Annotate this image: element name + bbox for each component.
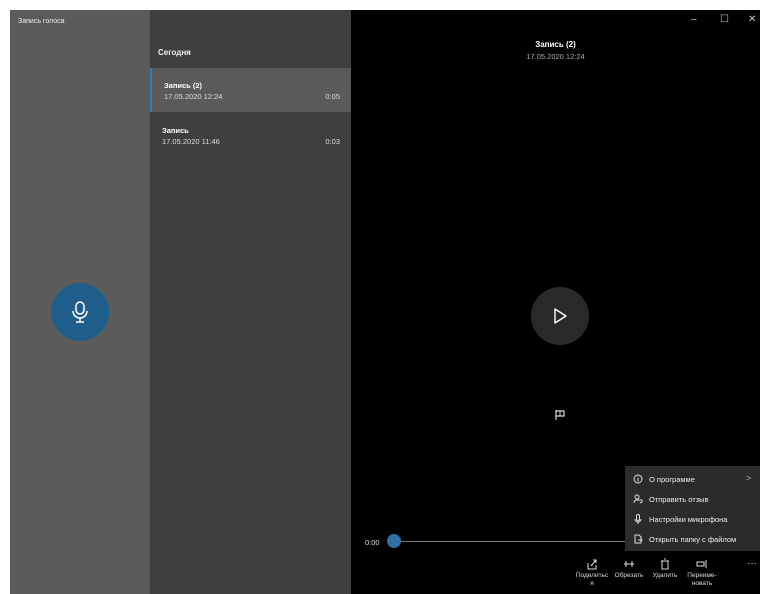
menu-item-mic-settings[interactable]: Настройки микрофона <box>625 509 760 529</box>
current-recording-title: Запись (2) <box>535 40 576 49</box>
list-item[interactable]: Запись (2) 17.05.2020 12:24 0:05 <box>150 68 351 112</box>
trash-icon <box>648 558 682 570</box>
close-button[interactable]: ✕ <box>748 14 756 25</box>
rename-button[interactable]: Переиме- новать <box>685 558 719 588</box>
share-button[interactable]: Поделитьс я <box>575 558 609 588</box>
seek-track[interactable] <box>395 541 645 542</box>
current-recording-date: 17.05.2020 12:24 <box>526 52 585 61</box>
recording-duration: 0:03 <box>325 137 340 146</box>
seek-thumb[interactable] <box>387 534 401 548</box>
app-title: Запись голоса <box>18 18 65 25</box>
recording-date: 17.05.2020 12:24 <box>164 92 223 101</box>
recording-date: 17.05.2020 11:46 <box>162 137 220 146</box>
flag-icon <box>555 410 565 420</box>
menu-item-open-folder[interactable]: Открыть папку с файлом <box>625 529 760 549</box>
microphone-icon <box>634 514 642 524</box>
menu-item-label: Открыть папку с файлом <box>649 535 737 544</box>
delete-button[interactable]: Удалить <box>648 558 682 580</box>
submenu-arrow-icon: > <box>746 473 752 483</box>
play-button[interactable] <box>531 287 589 345</box>
section-header-today: Сегодня <box>158 48 191 57</box>
menu-item-label: Отправить отзыв <box>649 495 709 504</box>
maximize-button[interactable]: ☐ <box>720 14 729 25</box>
menu-item-about[interactable]: О программе > <box>625 469 760 489</box>
recording-name: Запись <box>162 126 189 135</box>
playback-position: 0:00 <box>365 538 380 547</box>
list-item[interactable]: Запись 17.05.2020 11:46 0:03 <box>150 113 351 157</box>
menu-item-label: О программе <box>649 475 695 484</box>
menu-item-label: Настройки микрофона <box>649 515 728 524</box>
rename-icon <box>685 558 719 570</box>
record-button[interactable] <box>51 283 109 341</box>
rename-label: Переиме- новать <box>687 572 717 587</box>
record-pane: Запись голоса <box>10 10 150 594</box>
share-icon <box>575 558 609 570</box>
feedback-icon <box>633 494 643 504</box>
more-options-menu: О программе > Отправить отзыв Настройки … <box>625 466 760 551</box>
add-marker-button[interactable] <box>554 408 566 426</box>
trim-label: Обрезать <box>614 572 644 579</box>
delete-label: Удалить <box>652 572 678 579</box>
file-folder-icon <box>634 534 643 544</box>
recordings-list: Сегодня Запись (2) 17.05.2020 12:24 0:05… <box>150 10 351 594</box>
trim-button[interactable]: Обрезать <box>612 558 646 580</box>
share-label: Поделитьс я <box>575 572 609 587</box>
recording-name: Запись (2) <box>164 81 203 90</box>
trim-icon <box>612 558 646 570</box>
microphone-icon <box>72 301 88 323</box>
play-icon <box>554 308 567 324</box>
minimize-button[interactable]: – <box>691 14 697 25</box>
recording-duration: 0:05 <box>325 92 340 101</box>
info-icon <box>633 474 643 484</box>
menu-item-feedback[interactable]: Отправить отзыв <box>625 489 760 509</box>
more-options-button[interactable]: ··· <box>747 558 757 569</box>
